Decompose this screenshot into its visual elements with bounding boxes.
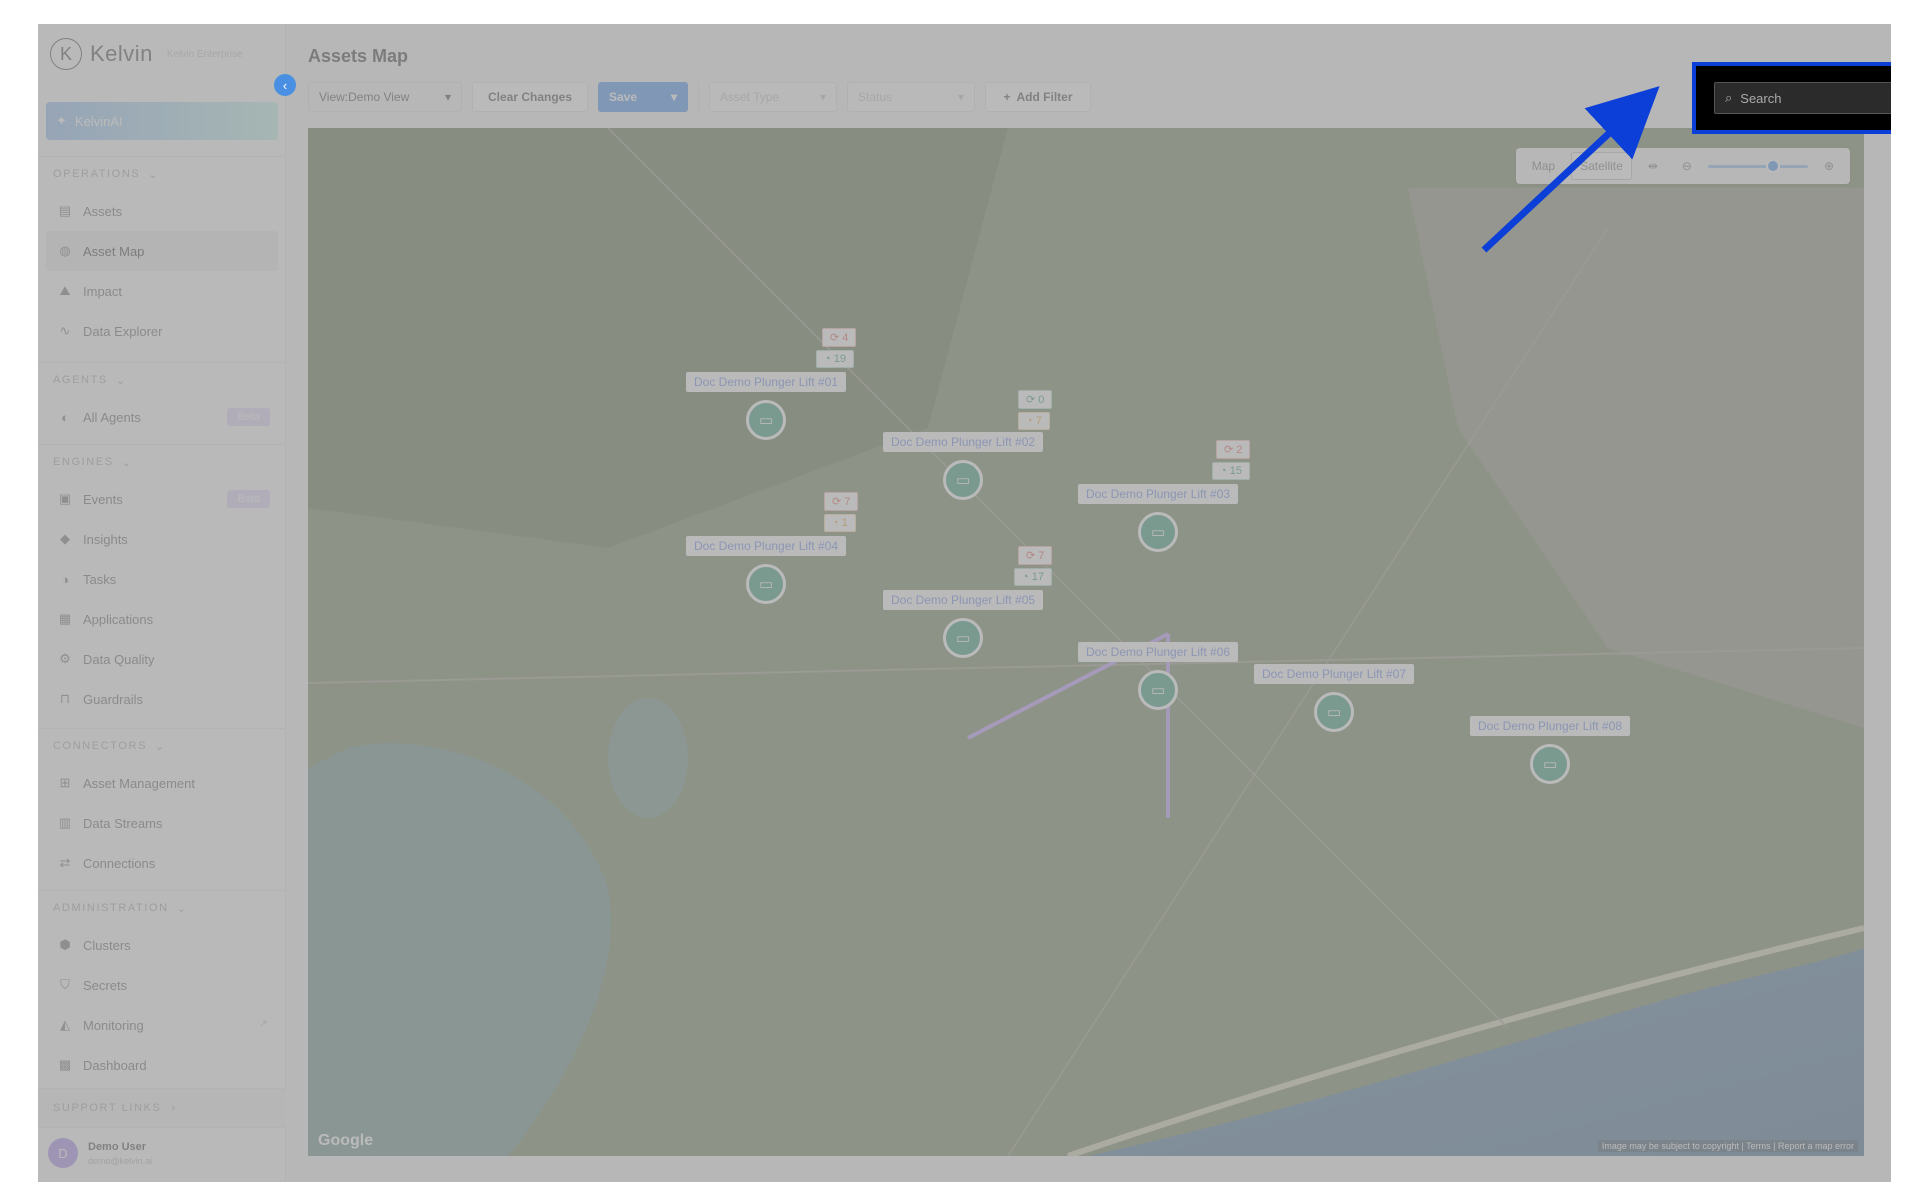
chevron-left-icon: ‹ (282, 77, 288, 93)
app-frame: K Kelvin Kelvin Enterprise ✦ KelvinAI OP… (38, 24, 1891, 1182)
annotation-arrow (1481, 86, 1660, 253)
collapse-sidebar-button[interactable]: ‹ (274, 74, 296, 96)
